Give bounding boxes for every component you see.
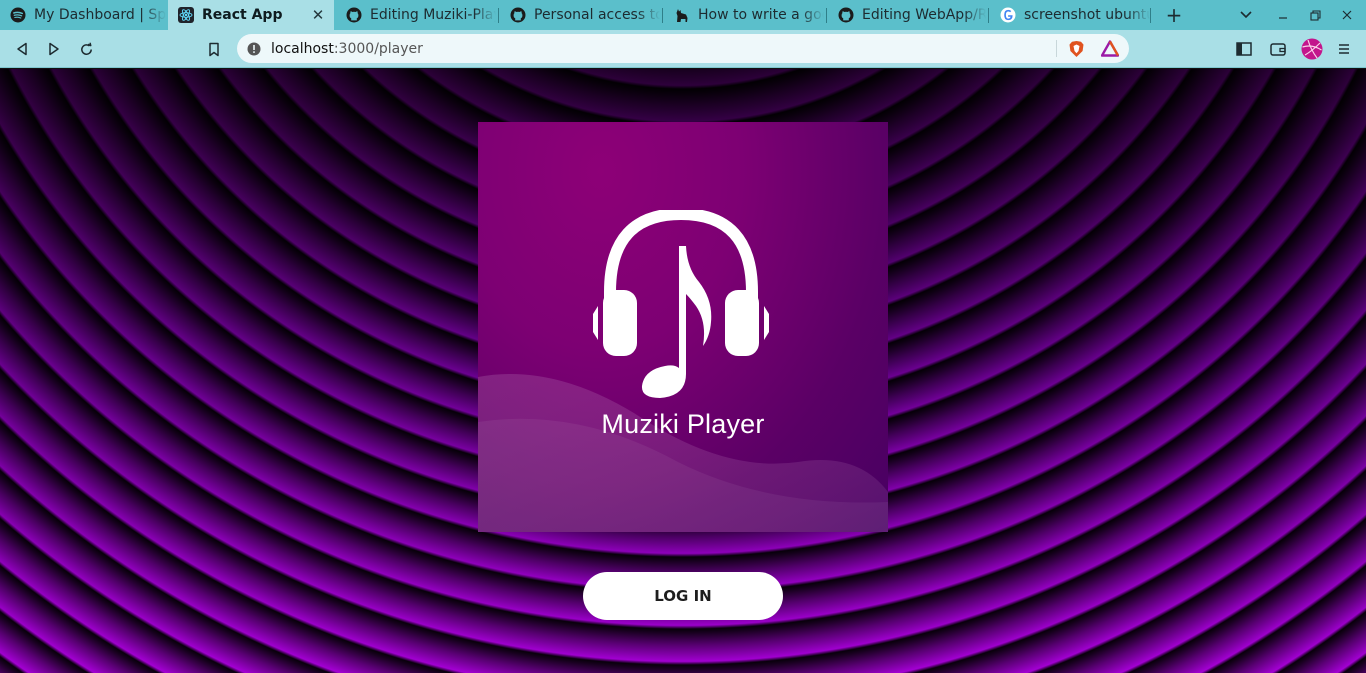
browser-toolbar: localhost:3000/player: [0, 30, 1366, 68]
tab-screenshot-ubuntu[interactable]: screenshot ubuntu: [990, 0, 1150, 30]
omnibox-divider: [1056, 40, 1057, 57]
tab-editing-webapp[interactable]: Editing WebApp/R: [828, 0, 986, 30]
google-icon: [1000, 7, 1016, 23]
brand-name: Muziki Player: [601, 409, 765, 439]
spotify-icon: [10, 7, 26, 23]
reload-icon: [80, 42, 92, 55]
github-icon: [838, 7, 854, 23]
menu-button[interactable]: [1330, 30, 1358, 68]
tab-title: React App: [202, 7, 283, 23]
github-icon: [346, 7, 362, 23]
brave-rewards-icon[interactable]: [1100, 40, 1120, 61]
login-button[interactable]: LOG IN: [583, 572, 783, 620]
back-button[interactable]: [8, 30, 36, 68]
bookmark-icon: [209, 42, 219, 56]
url-host: localhost: [271, 40, 334, 57]
tab-title: screenshot ubuntu: [1024, 7, 1150, 23]
close-tab-icon[interactable]: ✕: [310, 6, 326, 24]
minimize-icon[interactable]: [1270, 0, 1296, 30]
tab-editing-muziki[interactable]: Editing Muziki-Play: [336, 0, 496, 30]
headphones-music-note-icon: [593, 210, 769, 398]
sidebar-toggle-button[interactable]: [1230, 30, 1258, 68]
url-text: localhost:3000/player: [271, 41, 423, 57]
tab-title: My Dashboard | Sp: [34, 7, 166, 23]
forward-icon: [49, 42, 59, 56]
address-bar[interactable]: localhost:3000/player: [237, 34, 1129, 63]
tab-title: Personal access to: [534, 7, 660, 23]
site-info-icon[interactable]: [246, 41, 262, 57]
react-icon: [178, 7, 194, 23]
tab-separator: [662, 8, 663, 23]
avatar: [1301, 38, 1323, 60]
bookmark-button[interactable]: [200, 30, 228, 68]
forward-button[interactable]: [40, 30, 68, 68]
profile-avatar-button[interactable]: [1298, 30, 1326, 68]
wallet-button[interactable]: [1264, 30, 1292, 68]
close-window-icon[interactable]: [1334, 0, 1360, 30]
new-tab-button[interactable]: +: [1160, 0, 1188, 30]
tab-title: Editing WebApp/R: [862, 7, 986, 23]
tab-personal-access[interactable]: Personal access to: [500, 0, 660, 30]
tab-search-chevron-icon[interactable]: [1232, 0, 1260, 30]
tab-separator: [1150, 8, 1151, 23]
brave-shields-icon[interactable]: [1068, 40, 1085, 62]
tab-my-dashboard[interactable]: My Dashboard | Sp: [0, 0, 166, 30]
tab-separator: [498, 8, 499, 23]
github-icon: [510, 7, 526, 23]
llama-icon: [674, 7, 690, 23]
restore-icon[interactable]: [1302, 0, 1328, 30]
hamburger-menu-icon: [1339, 44, 1349, 54]
tab-title: Editing Muziki-Play: [370, 7, 496, 23]
logo-card: Muziki Player: [478, 122, 888, 532]
url-path: :3000/player: [333, 40, 423, 57]
back-icon: [17, 42, 27, 56]
player-page: Muziki Player LOG IN: [0, 69, 1366, 673]
sidebar-icon: [1236, 42, 1252, 56]
tab-strip: My Dashboard | Sp React App ✕ Editing Mu…: [0, 0, 1366, 30]
tab-react-app[interactable]: React App ✕: [168, 0, 334, 30]
tab-separator: [988, 8, 989, 23]
tab-title: How to write a goo: [698, 7, 824, 23]
tab-how-to-write[interactable]: How to write a goo: [664, 0, 824, 30]
reload-button[interactable]: [72, 30, 100, 68]
tab-separator: [826, 8, 827, 23]
wallet-icon: [1270, 43, 1286, 56]
